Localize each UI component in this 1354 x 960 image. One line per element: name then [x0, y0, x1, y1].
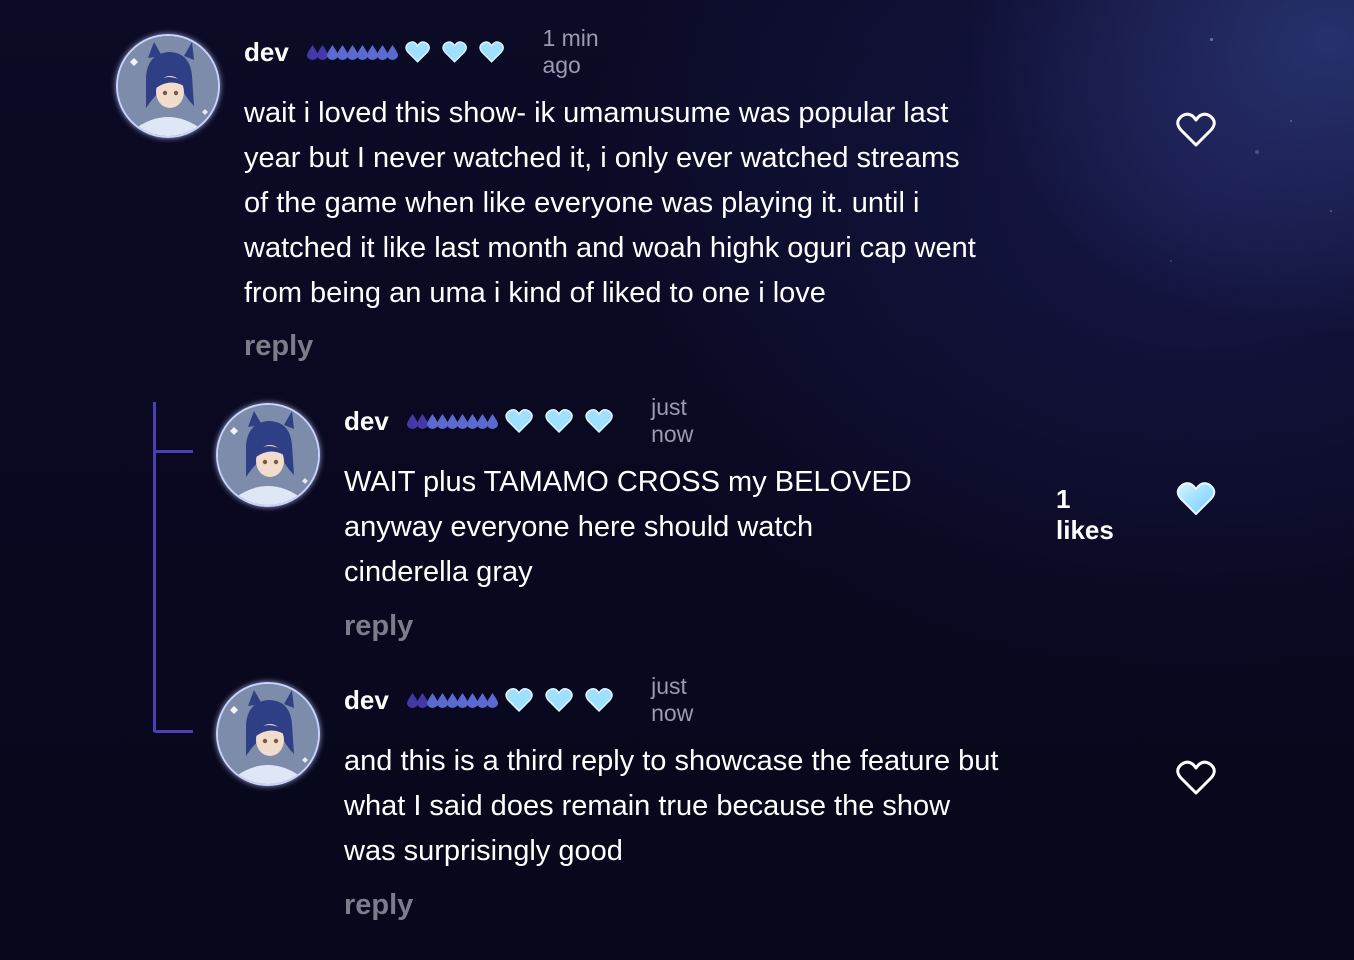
- avatar[interactable]: [216, 682, 320, 786]
- heart-badge-icon: [479, 41, 505, 63]
- comment-line: was surprisingly good: [344, 835, 623, 867]
- background-star: [1170, 260, 1172, 262]
- avatar[interactable]: [216, 403, 320, 507]
- heart-badge-icon: [505, 688, 533, 713]
- thread-connector-branch: [153, 730, 193, 733]
- timestamp: just now: [651, 673, 694, 726]
- thread-connector-branch: [153, 450, 193, 453]
- avatar[interactable]: [116, 34, 220, 138]
- heart-badge-icon: [505, 409, 533, 434]
- heart-badge-icon: [585, 409, 613, 434]
- comment-line: from being an uma i kind of liked to one…: [244, 277, 826, 309]
- rank-drops-icon: [306, 44, 398, 60]
- reply-button[interactable]: reply: [244, 330, 313, 363]
- background-star: [1255, 150, 1259, 154]
- comment-line: of the game when like everyone was playi…: [244, 187, 920, 219]
- comment-body: and this is a third reply to showcase th…: [344, 739, 998, 874]
- comment-line: wait i loved this show- ik umamusume was…: [244, 97, 949, 129]
- heart-badge-icon: [442, 41, 467, 63]
- background-star: [1330, 210, 1332, 212]
- rank-drops-icon: [406, 413, 498, 429]
- comment-line: what I said does remain true because the…: [344, 790, 951, 822]
- heart-badge-icon: [585, 688, 613, 713]
- likes-count: 1 likes: [1056, 484, 1114, 545]
- heart-filled-icon[interactable]: [1175, 480, 1217, 518]
- comment-line: and this is a third reply to showcase th…: [344, 745, 999, 777]
- comment-line: year but I never watched it, i only ever…: [244, 142, 960, 174]
- avatar-image: [218, 405, 318, 505]
- comment-line: anyway everyone here should watch: [344, 511, 814, 543]
- username[interactable]: dev: [244, 37, 289, 68]
- username[interactable]: dev: [344, 406, 389, 437]
- heart-outline-icon[interactable]: [1175, 759, 1217, 797]
- rank-drops-icon: [406, 692, 498, 708]
- heart-badge-icon: [545, 409, 573, 434]
- heart-badge-icon: [545, 688, 573, 713]
- comment-line: watched it like last month and woah high…: [244, 232, 976, 264]
- background-star: [1290, 120, 1292, 122]
- comment-line: cinderella gray: [344, 556, 533, 588]
- reply-button[interactable]: reply: [344, 610, 413, 643]
- heart-outline-icon[interactable]: [1175, 111, 1217, 149]
- comment-line: WAIT plus TAMAMO CROSS my BELOVED: [344, 466, 912, 498]
- heart-badge-icon: [405, 41, 430, 63]
- comment-body: wait i loved this show- ik umamusume was…: [244, 91, 976, 316]
- avatar-image: [118, 36, 218, 136]
- username[interactable]: dev: [344, 685, 389, 716]
- timestamp: just now: [651, 394, 694, 447]
- reply-button[interactable]: reply: [344, 889, 413, 922]
- background-star: [1210, 38, 1213, 41]
- comment-body: WAIT plus TAMAMO CROSS my BELOVED anyway…: [344, 460, 912, 595]
- avatar-image: [218, 684, 318, 784]
- timestamp: 1 min ago: [542, 25, 599, 78]
